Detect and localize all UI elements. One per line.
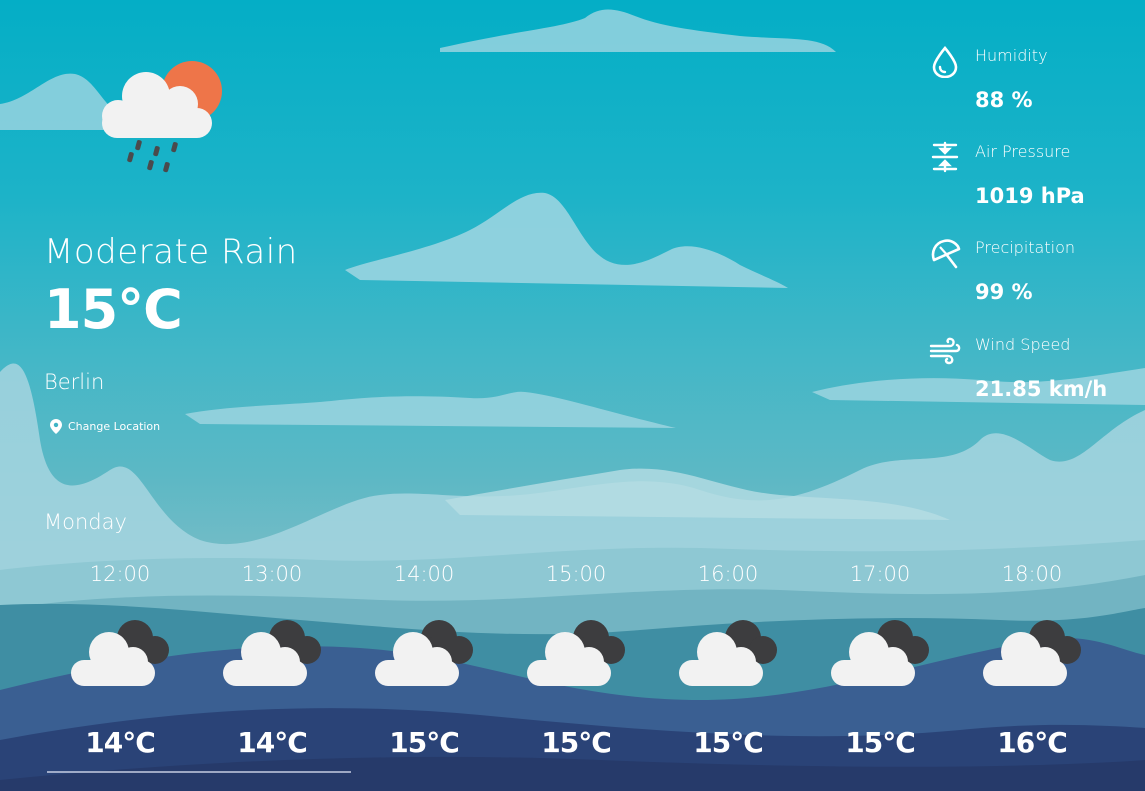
hour-temperature: 15°C: [693, 726, 764, 759]
hour-time: 13:00: [241, 562, 303, 586]
hour-time: 16:00: [697, 562, 759, 586]
hour-card[interactable]: 12:00 14°C: [44, 560, 196, 759]
hour-time: 14:00: [393, 562, 455, 586]
change-location-label: Change Location: [68, 420, 161, 433]
hourly-scroll-indicator[interactable]: [47, 771, 351, 773]
stat-value: 21.85 km/h: [975, 377, 1108, 401]
weather-condition: Moderate Rain: [44, 232, 298, 272]
cloudy-icon: [831, 620, 929, 686]
cloudy-icon: [71, 620, 169, 686]
city-name: Berlin: [44, 370, 105, 394]
cloudy-icon: [375, 620, 473, 686]
hour-temperature: 15°C: [541, 726, 612, 759]
hourly-forecast: 12:00 14°C 13:00 14°C 14:00 15°C 15:00 1…: [44, 560, 1108, 791]
background-cloud: [185, 391, 676, 428]
hour-time: 15:00: [545, 562, 607, 586]
cloudy-icon: [223, 620, 321, 686]
stat-label: Wind Speed: [975, 335, 1071, 354]
hour-temperature: 14°C: [237, 726, 308, 759]
hour-card[interactable]: 13:00 14°C: [196, 560, 348, 759]
sun-cloud-rain-icon: [102, 61, 222, 173]
cloudy-icon: [983, 620, 1081, 686]
day-label: Monday: [44, 510, 127, 534]
location-pin-icon: [50, 419, 62, 434]
cloudy-icon: [679, 620, 777, 686]
hour-time: 12:00: [89, 562, 151, 586]
hour-time: 17:00: [849, 562, 911, 586]
background-cloud: [440, 9, 836, 52]
hour-card[interactable]: 16:00 15°C: [652, 560, 804, 759]
stat-value: 99 %: [975, 280, 1033, 304]
current-temperature: 15°C: [44, 278, 183, 341]
stat-label: Humidity: [975, 46, 1048, 65]
water-drop-icon: [932, 45, 958, 78]
hour-temperature: 15°C: [845, 726, 916, 759]
hour-temperature: 16°C: [997, 726, 1068, 759]
hour-card[interactable]: 15:00 15°C: [500, 560, 652, 759]
wind-icon: [929, 337, 961, 365]
stat-value: 88 %: [975, 88, 1033, 112]
hour-card[interactable]: 14:00 15°C: [348, 560, 500, 759]
umbrella-icon: [931, 239, 961, 269]
hour-temperature: 14°C: [85, 726, 156, 759]
hour-time: 18:00: [1001, 562, 1063, 586]
hour-card[interactable]: 18:00 16°C: [956, 560, 1108, 759]
pressure-icon: [931, 141, 959, 173]
stat-value: 1019 hPa: [975, 184, 1085, 208]
change-location-link[interactable]: Change Location: [50, 419, 160, 434]
background-cloud: [345, 192, 788, 288]
hour-card[interactable]: 17:00 15°C: [804, 560, 956, 759]
stat-label: Air Pressure: [975, 142, 1071, 161]
cloudy-icon: [527, 620, 625, 686]
hour-temperature: 15°C: [389, 726, 460, 759]
stat-label: Precipitation: [975, 238, 1076, 257]
